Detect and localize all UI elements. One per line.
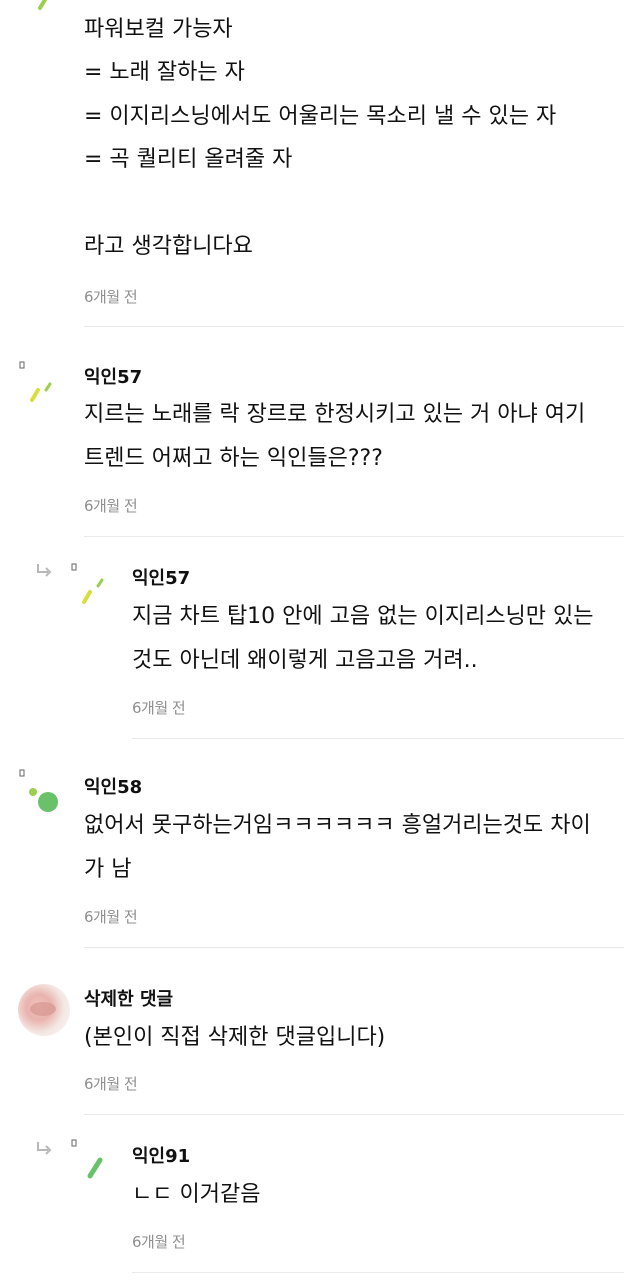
comment-text-line: 트렌드 어쩌고 하는 익인들은??? — [84, 446, 383, 471]
dash-avatar-icon — [38, 0, 48, 10]
comment-text-line: (본인이 직접 삭제한 댓글입니다) — [84, 1025, 386, 1050]
divider — [84, 326, 624, 327]
comment-text-line: 지금 차트 탑10 안에 고음 없는 이지리스닝만 있는 — [132, 604, 594, 629]
photo-avatar — [18, 984, 70, 1036]
comment-text-line: ㄴㄷ 이거같음 — [132, 1182, 261, 1207]
comment-author[interactable]: 익인58 — [84, 773, 142, 799]
comment-author[interactable]: 익인57 — [132, 564, 190, 590]
comment-text-line: 없어서 못구하는거임ㅋㅋㅋㅋㅋㅋ 흥얼거리는것도 차이 — [84, 813, 591, 838]
deleted-comment: 삭제한 댓글 (본인이 직접 삭제한 댓글입니다) 6개월 전 — [0, 950, 640, 1120]
reply-arrow-icon — [37, 1142, 52, 1155]
dot-avatar-icon — [19, 769, 58, 812]
comment-time: 6개월 전 — [84, 1075, 138, 1093]
comment-text-line: 지르는 노래를 락 장르로 한정시키고 있는 거 아냐 여기 — [84, 402, 586, 427]
comment-thread: 파워보컬 가능자 = 노래 잘하는 자 = 이지리스닝에서도 어울리는 목소리 … — [0, 0, 640, 1280]
comment-time: 6개월 전 — [84, 908, 138, 926]
dash-avatar-icon — [19, 361, 52, 402]
reply-comment: 익인91 ㄴㄷ 이거같음 6개월 전 — [0, 1120, 640, 1280]
comment-text-line: 것도 아닌데 왜이렇게 고음고음 거려.. — [132, 648, 478, 673]
comment-text-line: = 이지리스닝에서도 어울리는 목소리 낼 수 있는 자 — [84, 104, 557, 129]
divider — [84, 947, 624, 948]
comment: 익인58 없어서 못구하는거임ㅋㅋㅋㅋㅋㅋ 흥얼거리는것도 차이 가 남 6개월… — [0, 740, 640, 950]
slash-avatar-icon — [71, 1139, 103, 1179]
comment-time: 6개월 전 — [132, 699, 186, 717]
divider — [84, 1114, 624, 1115]
divider — [132, 1272, 624, 1273]
reply-arrow-icon — [37, 564, 52, 577]
comment-text-line: 라고 생각합니다요 — [84, 234, 253, 259]
comment-author[interactable]: 익인57 — [84, 363, 142, 389]
comment-time: 6개월 전 — [84, 497, 138, 515]
comment-author: 삭제한 댓글 — [84, 989, 174, 1010]
divider — [132, 738, 624, 739]
comment-top: 파워보컬 가능자 = 노래 잘하는 자 = 이지리스닝에서도 어울리는 목소리 … — [0, 0, 640, 330]
dash-avatar-icon — [71, 563, 104, 604]
comment-author[interactable]: 익인91 — [132, 1142, 190, 1168]
divider — [84, 536, 624, 537]
comment-text-line: = 곡 퀄리티 올려줄 자 — [84, 147, 293, 172]
comment-time: 6개월 전 — [132, 1233, 186, 1251]
comment-time: 6개월 전 — [84, 288, 138, 306]
comment-text-line: = 노래 잘하는 자 — [84, 60, 245, 85]
comment-text-line: 가 남 — [84, 857, 132, 882]
reply-comment: 익인57 지금 차트 탑10 안에 고음 없는 이지리스닝만 있는 것도 아닌데… — [0, 540, 640, 740]
comment-text-line: 파워보컬 가능자 — [84, 17, 233, 42]
comment: 익인57 지르는 노래를 락 장르로 한정시키고 있는 거 아냐 여기 트렌드 … — [0, 330, 640, 540]
